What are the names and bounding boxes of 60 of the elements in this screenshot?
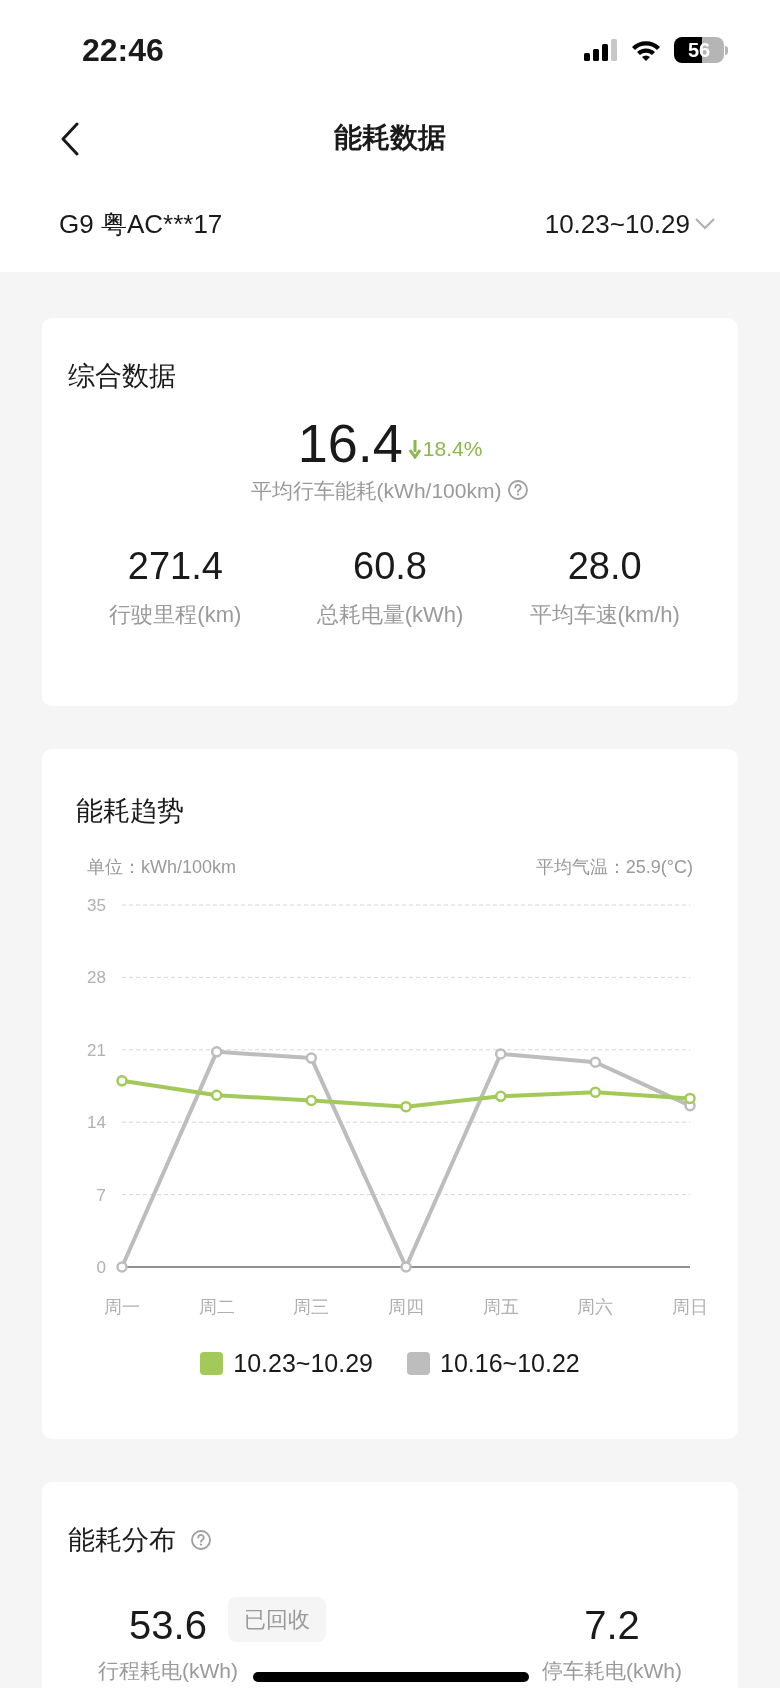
legend-label: 10.23~10.29 — [233, 1347, 373, 1379]
y-tick-label: 7 — [96, 1185, 106, 1205]
x-tick-label: 周五 — [482, 1296, 519, 1317]
data-point — [494, 1047, 507, 1060]
back-icon[interactable] — [60, 122, 80, 156]
legend-swatch — [200, 1351, 224, 1375]
vehicle-name: G9 粤AC***17 — [59, 207, 223, 241]
stat-value: 28.0 — [567, 544, 642, 588]
data-point — [116, 1260, 128, 1273]
recovered-tooltip: 已回收 — [228, 1596, 326, 1642]
y-tick-label: 35 — [87, 895, 106, 915]
trip-consumption-value: 53.6 — [129, 1602, 207, 1647]
data-point — [305, 1051, 318, 1064]
x-tick-label: 周日 — [672, 1296, 708, 1317]
card-title: 能耗趋势 — [75, 795, 185, 828]
average-consumption-value: 16.4 — [297, 412, 403, 473]
data-point — [589, 1085, 602, 1098]
unit-label: 单位：kWh/100km — [87, 855, 237, 879]
data-point — [400, 1260, 412, 1273]
legend-label: 10.16~10.22 — [440, 1347, 580, 1379]
data-point — [589, 1055, 602, 1068]
x-tick-label: 周四 — [388, 1296, 424, 1317]
parking-consumption-value: 7.2 — [584, 1602, 640, 1647]
stat-label: 行驶里程(km) — [109, 601, 242, 629]
parking-consumption-label: 停车耗电(kWh) — [542, 1657, 682, 1684]
data-point — [494, 1090, 507, 1102]
x-tick-label: 周一 — [104, 1296, 140, 1317]
stat-value: 271.4 — [127, 544, 223, 588]
y-tick-label: 0 — [96, 1257, 106, 1277]
x-tick-label: 周二 — [198, 1296, 235, 1317]
status-time: 22:46 — [82, 31, 164, 70]
down-arrow-icon — [408, 438, 421, 459]
y-tick-label: 14 — [87, 1112, 106, 1132]
data-point — [684, 1092, 696, 1104]
date-range-selector[interactable]: 10.23~10.29 — [544, 204, 716, 244]
stat-label: 总耗电量(kWh) — [316, 601, 464, 629]
signal-icon — [584, 39, 618, 61]
card-title: 综合数据 — [68, 360, 177, 393]
card-title: 能耗分布 — [68, 1524, 176, 1557]
wifi-icon — [630, 38, 662, 62]
help-icon[interactable] — [507, 479, 530, 502]
legend-swatch — [407, 1351, 430, 1375]
change-percent: 18.4% — [422, 436, 483, 462]
data-point — [210, 1045, 223, 1058]
data-point — [400, 1100, 412, 1112]
y-tick-label: 28 — [87, 967, 106, 987]
data-point — [116, 1074, 128, 1087]
x-tick-label: 周三 — [293, 1296, 330, 1317]
temperature-label: 平均气温：25.9(°C) — [535, 855, 693, 879]
help-icon[interactable] — [190, 1529, 212, 1552]
page-title: 能耗数据 — [334, 121, 446, 155]
y-tick-label: 21 — [87, 1040, 106, 1060]
data-point — [210, 1089, 223, 1101]
x-tick-label: 周六 — [577, 1296, 614, 1317]
stat-label: 平均车速(km/h) — [529, 601, 680, 629]
stat-value: 60.8 — [353, 544, 427, 588]
average-consumption-label: 平均行车能耗(kWh/100km) — [250, 477, 502, 504]
trip-consumption-label: 行程耗电(kWh) — [98, 1657, 238, 1684]
data-point — [305, 1094, 318, 1106]
chevron-down-icon — [694, 217, 716, 231]
